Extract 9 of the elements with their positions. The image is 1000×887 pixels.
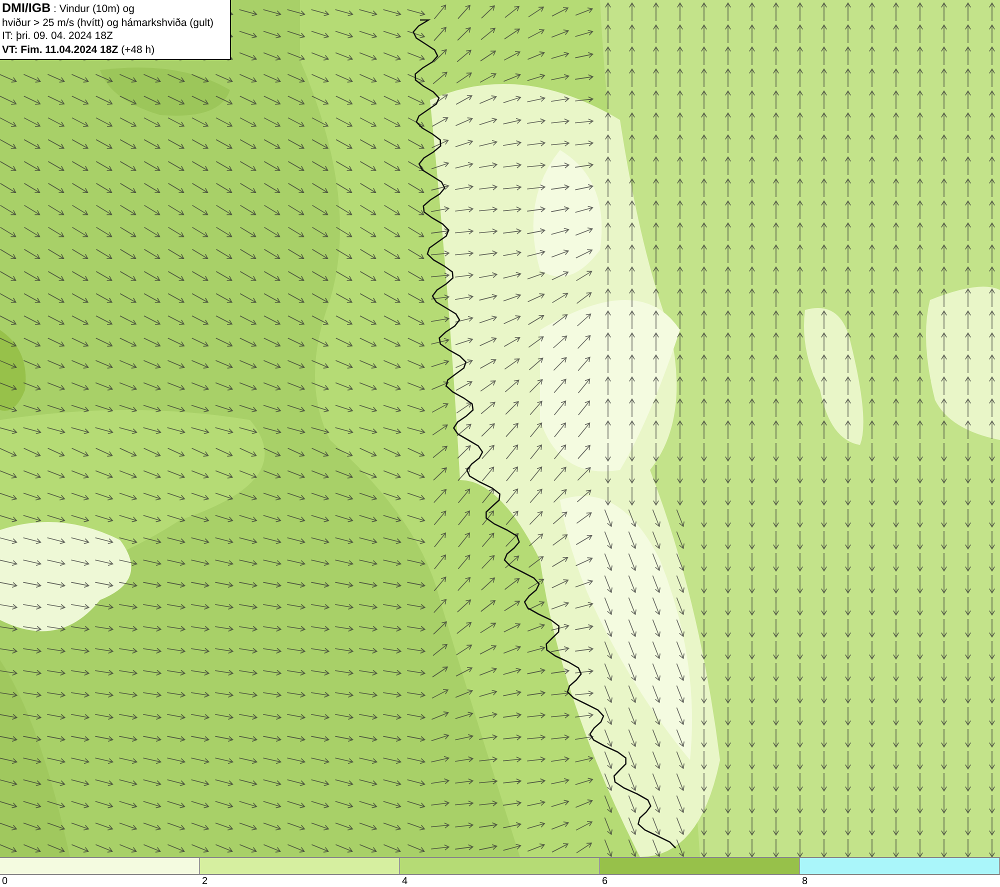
legend-tick-label: 2 xyxy=(201,875,208,887)
legend-tick-label: 8 xyxy=(801,875,808,887)
map-title-line: IT: þri. 09. 04. 2024 18Z xyxy=(2,30,114,44)
legend-tick-label: 0 xyxy=(1,875,8,887)
map-title-line: DMI/IGB : Vindur (10m) og xyxy=(2,2,136,16)
legend-tick-label: 4 xyxy=(401,875,408,887)
legend-tick-label: 6 xyxy=(601,875,608,887)
map-title-line: VT: Fim. 11.04.2024 18Z (+48 h) xyxy=(2,44,156,57)
map-title-line: hviður > 25 m/s (hvítt) og hámarkshviða (gult) xyxy=(2,16,215,30)
